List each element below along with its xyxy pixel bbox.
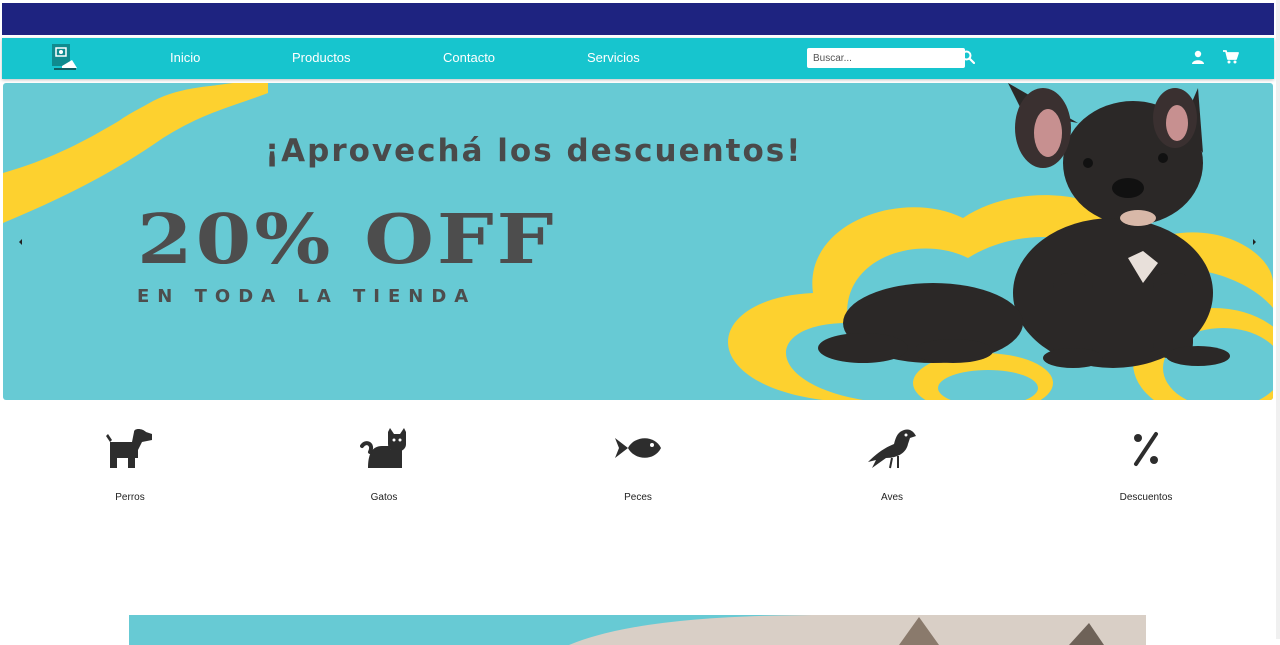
nav-link-contacto[interactable]: Contacto [443,50,495,65]
arrow-left-icon[interactable] [17,238,25,246]
category-descuentos[interactable]: Descuentos [1086,420,1206,503]
top-bar [2,3,1274,35]
nav-link-productos[interactable]: Productos [292,50,351,65]
category-label: Perros [115,492,145,503]
dog-icon [106,429,152,468]
category-label: Peces [624,492,652,503]
bird-icon [868,429,916,469]
category-perros[interactable]: Perros [70,420,190,503]
percent-icon [1134,432,1158,466]
navbar: Inicio Productos Contacto Servicios [2,38,1274,79]
category-peces[interactable]: Peces [578,420,698,503]
cat-icon [360,428,406,468]
banner-offer: 20% OFF [137,199,557,279]
search-input[interactable] [807,48,965,68]
user-icon[interactable] [1191,50,1205,64]
category-list: Perros Gatos Peces Aves Descuentos [0,420,1280,530]
nav-link-servicios[interactable]: Servicios [587,50,640,65]
category-label: Descuentos [1119,492,1173,503]
cart-icon[interactable] [1223,50,1239,64]
fish-icon [615,438,661,458]
nav-link-inicio[interactable]: Inicio [170,50,200,65]
pet-shop-logo-icon[interactable] [50,42,78,72]
hero-banner: ¡Aprovechá los descuentos! 20% OFF EN TO… [3,83,1273,400]
promo-banner [129,615,1146,645]
promo-image [569,615,1146,645]
category-aves[interactable]: Aves [832,420,952,503]
scrollbar[interactable] [1276,0,1280,639]
banner-subline: EN TODA LA TIENDA [137,286,477,307]
search-icon[interactable] [961,50,975,64]
category-label: Gatos [370,492,398,503]
category-label: Aves [880,492,904,503]
category-gatos[interactable]: Gatos [324,420,444,503]
arrow-right-icon[interactable] [1250,238,1258,246]
